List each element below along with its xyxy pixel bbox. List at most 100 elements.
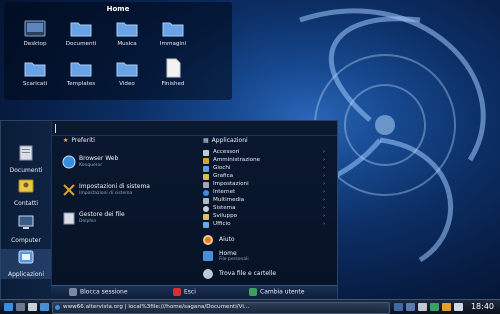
- contacts-icon: [18, 179, 34, 193]
- desktop-item-finished[interactable]: Finished: [148, 58, 198, 87]
- category-accessori[interactable]: Accessori ›: [199, 149, 327, 157]
- category-grafica[interactable]: Grafica ›: [199, 173, 327, 181]
- sidebar-item-applicazioni[interactable]: Applicazioni: [1, 249, 51, 279]
- lock-session-button[interactable]: Blocca sessione: [69, 288, 128, 298]
- desktop-item-label: Desktop: [23, 41, 47, 47]
- favorites-header-label: Preferiti: [71, 137, 95, 144]
- desktop-item-musica[interactable]: Musica: [102, 18, 152, 47]
- home-icon: [203, 251, 213, 261]
- sidebar-item-computer[interactable]: Computer: [1, 215, 51, 244]
- favorite-gestore-file[interactable]: Gestore dei file Dolphin: [57, 209, 187, 229]
- category-label: Sviluppo: [213, 213, 238, 219]
- favorite-subtitle: Impostazioni di sistema: [79, 191, 133, 196]
- logout-button[interactable]: Esci: [173, 288, 196, 298]
- show-desktop-icon[interactable]: [16, 303, 25, 311]
- category-label: Grafica: [213, 173, 234, 179]
- category-giochi[interactable]: Giochi ›: [199, 165, 327, 173]
- category-label: Giochi: [213, 165, 231, 171]
- taskbar-window-title: www66.altervista.org | local%3file:///ho…: [63, 304, 250, 310]
- folder-icon: [70, 22, 92, 37]
- category-ufficio[interactable]: Ufficio ›: [199, 221, 327, 229]
- clock[interactable]: 18:40: [471, 302, 494, 311]
- web-browser-icon: [62, 155, 76, 169]
- system-icon: [203, 206, 209, 212]
- desktop-item-immagini[interactable]: Immagini: [148, 18, 198, 47]
- chevron-right-icon: ›: [323, 181, 325, 187]
- star-icon: ★: [63, 137, 69, 144]
- documents-icon: [19, 145, 33, 161]
- search-input[interactable]: [51, 121, 337, 136]
- desktop-item-label: Templates: [66, 81, 96, 87]
- settings-icon: [203, 182, 209, 188]
- sidebar-item-documenti[interactable]: Documenti: [1, 145, 51, 174]
- file-manager-icon[interactable]: [28, 303, 37, 311]
- applications-icon: [18, 250, 34, 264]
- tray-icon-2[interactable]: [406, 303, 415, 311]
- chevron-right-icon: ›: [323, 213, 325, 219]
- volume-icon[interactable]: [454, 303, 463, 311]
- taskbar: www66.altervista.org | local%3file:///ho…: [0, 299, 500, 314]
- favorite-title: Browser Web: [79, 155, 119, 162]
- desktop-item-scaricati[interactable]: Scaricati: [10, 58, 60, 87]
- category-sviluppo[interactable]: Sviluppo ›: [199, 213, 327, 221]
- taskbar-window-button[interactable]: www66.altervista.org | local%3file:///ho…: [52, 302, 390, 314]
- folder-icon: [70, 62, 92, 77]
- launcher-item-title: Trova file e cartelle: [219, 270, 277, 277]
- chevron-right-icon: ›: [323, 165, 325, 171]
- launcher-item-title: Home: [219, 250, 237, 257]
- category-amministrazione[interactable]: Amministrazione ›: [199, 157, 327, 165]
- category-label: Amministrazione: [213, 157, 261, 163]
- tray-icon-3[interactable]: [418, 303, 427, 311]
- grid-icon: ▦: [203, 137, 209, 144]
- tray-icon-1[interactable]: [394, 303, 403, 311]
- favorite-impostazioni[interactable]: Impostazioni di sistema Impostazioni di …: [57, 181, 187, 201]
- desktop-item-templates[interactable]: Templates: [56, 58, 106, 87]
- category-label: Accessori: [213, 149, 240, 155]
- desktop-item-label: Video: [119, 81, 135, 87]
- category-multimedia[interactable]: Multimedia ›: [199, 197, 327, 205]
- sidebar-item-contatti[interactable]: Contatti: [1, 178, 51, 207]
- file-icon: [166, 58, 181, 78]
- logout-label: Esci: [184, 288, 196, 296]
- folder-view-title: Home: [106, 5, 130, 13]
- development-icon: [203, 214, 209, 220]
- launcher-item-home[interactable]: Home File personali: [199, 249, 327, 263]
- launcher-item-aiuto[interactable]: Aiuto: [199, 233, 327, 247]
- chevron-right-icon: ›: [323, 189, 325, 195]
- switch-user-icon: [249, 288, 257, 296]
- office-icon: [203, 222, 209, 228]
- category-sistema[interactable]: Sistema ›: [199, 205, 327, 213]
- favorites-header: ★ Preferiti: [63, 137, 95, 149]
- desktop-item-label: Immagini: [159, 41, 187, 47]
- tray-icon-5[interactable]: [442, 303, 451, 311]
- desktop-item-desktop[interactable]: Desktop: [10, 18, 60, 47]
- folder-icon: [24, 62, 46, 77]
- desktop-item-documenti[interactable]: Documenti: [56, 18, 106, 47]
- settings-icon: [63, 184, 75, 196]
- folder-icon: [162, 22, 184, 37]
- switch-user-button[interactable]: Cambia utente: [249, 288, 304, 298]
- desktop-item-video[interactable]: Video: [102, 58, 152, 87]
- web-browser-icon[interactable]: [40, 303, 49, 311]
- category-internet[interactable]: Internet ›: [199, 189, 327, 197]
- launcher-item-trova-file[interactable]: Trova file e cartelle: [199, 267, 327, 281]
- konqueror-icon: [55, 305, 60, 310]
- desktop-folder-icon: [24, 20, 46, 37]
- desktop-item-label: Scaricati: [22, 81, 48, 87]
- chevron-right-icon: ›: [323, 173, 325, 179]
- category-impostazioni[interactable]: Impostazioni ›: [199, 181, 327, 189]
- sidebar-item-label: Computer: [11, 237, 41, 244]
- help-icon: [203, 235, 213, 245]
- category-label: Internet: [213, 189, 236, 195]
- desktop-item-label: Musica: [117, 41, 137, 47]
- chevron-right-icon: ›: [323, 221, 325, 227]
- accessories-icon: [203, 150, 209, 156]
- find-icon: [203, 269, 213, 279]
- kde-menu-icon[interactable]: [4, 303, 13, 311]
- favorite-browser-web[interactable]: Browser Web Konqueror: [57, 153, 187, 173]
- tray-icon-4[interactable]: [430, 303, 439, 311]
- launcher-item-subtitle: File personali: [219, 257, 249, 262]
- category-label: Ufficio: [213, 221, 231, 227]
- sidebar-item-label: Documenti: [9, 167, 43, 174]
- favorite-title: Impostazioni di sistema: [79, 183, 150, 190]
